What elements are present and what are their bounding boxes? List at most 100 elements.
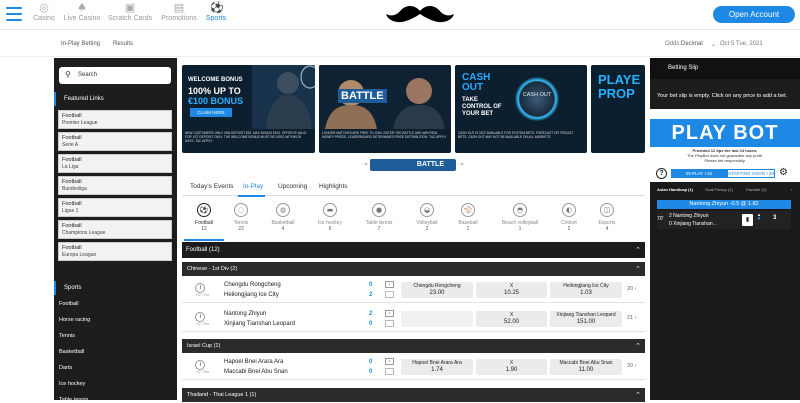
- betting-slip-title: Betting Slip: [650, 58, 800, 79]
- live-stream-icon[interactable]: [385, 291, 394, 298]
- sidebar-sport-item[interactable]: Table tennis: [59, 397, 88, 403]
- match-row[interactable]: H2 75m Hapoel Bnei Arara Ara Maccabi Bne…: [182, 354, 645, 380]
- football-icon: ⚽: [210, 1, 224, 14]
- away-score: 0: [369, 369, 373, 375]
- playbot-banner[interactable]: PLAY BOT: [650, 119, 800, 147]
- featured-link[interactable]: Football Ligue 1: [58, 198, 172, 217]
- beach-volleyball-icon: ◓: [513, 203, 527, 217]
- featured-link[interactable]: Football Premier League: [58, 110, 172, 129]
- menu-icon[interactable]: [6, 7, 22, 21]
- sport-filter-esports[interactable]: ◫ Esports 4: [585, 203, 629, 232]
- tip-category-tab[interactable]: Asian Handicap (1): [657, 187, 693, 192]
- sport-filter-volleyball[interactable]: ◒ Volleyball 2: [405, 203, 449, 232]
- tip-categories: Asian Handicap (1) Goal Frenzy (1) Favor…: [650, 185, 800, 195]
- odds-button-home[interactable]: Hapoel Bnei Arara Ara 1.74: [401, 359, 473, 375]
- stats-icon[interactable]: ≡: [385, 310, 394, 317]
- featured-link[interactable]: Football Serie A: [58, 132, 172, 151]
- claim-here-button[interactable]: CLAIM HERE: [190, 108, 232, 117]
- chevron-up-icon: ⌃: [635, 342, 641, 350]
- competition-header[interactable]: Chinese - 1st Div (2) ⌃: [182, 262, 645, 276]
- tab-upcoming[interactable]: Upcoming: [278, 183, 307, 190]
- tab-inplay-tips[interactable]: IN-PLAY +15: [671, 169, 727, 178]
- battle-banner[interactable]: BATTLE LONGER MATCHES ARE FREE TO JOIN. …: [319, 65, 451, 153]
- sidebar-sport-item[interactable]: Darts: [59, 365, 72, 371]
- live-stream-icon[interactable]: [385, 368, 394, 375]
- tennis-ball-icon: ◌: [234, 203, 248, 217]
- more-markets-link[interactable]: 20 ›: [627, 286, 637, 292]
- tip-count: 3: [773, 215, 777, 221]
- odds-button-draw[interactable]: X 52.00: [476, 311, 547, 327]
- odds-button-away[interactable]: Heilongjiang Ice City 1.03: [550, 282, 622, 298]
- tip-match-row[interactable]: 70' 2 Nantong Zhiyun 0 Xinjiang Tianshan…: [657, 211, 791, 229]
- chevron-up-icon: ⌃: [635, 265, 641, 273]
- gear-icon[interactable]: ⚙: [779, 167, 788, 178]
- live-stream-icon[interactable]: [385, 320, 394, 327]
- featured-link[interactable]: Football Europa League: [58, 242, 172, 261]
- gift-icon: ▤: [173, 1, 185, 14]
- odds-button-home[interactable]: Chengdu Rongcheng 23.00: [401, 282, 473, 298]
- nav-sports[interactable]: ⚽ Sports: [203, 2, 229, 28]
- nav-promotions[interactable]: ▤ Promotions: [158, 2, 200, 28]
- tip-category-tab[interactable]: Favorite (1): [746, 187, 766, 192]
- cash-out-banner[interactable]: CASH OUT TAKE CONTROL OF YOUR BET CASH OUT …: [455, 65, 587, 153]
- odds-button-away[interactable]: Maccabi Bnei Abu Snan 11.00: [550, 359, 622, 375]
- sidebar-sport-item[interactable]: Ice hockey: [59, 381, 85, 387]
- odds-button-draw[interactable]: X 10.25: [476, 282, 547, 298]
- match-row[interactable]: H2 71m Chengdu Rongcheng Heilongjiang Ic…: [182, 277, 645, 303]
- away-team: Heilongjiang Ice City: [224, 292, 279, 298]
- tab-starting-soon-tips[interactable]: STARTING SOON +28: [727, 169, 775, 178]
- tab-in-play[interactable]: In-Play: [243, 183, 263, 190]
- sport-filter-baseball[interactable]: ⚾ Baseball 1: [446, 203, 490, 232]
- sidebar-sport-item[interactable]: Basketball: [59, 349, 84, 355]
- sidebar-sport-item[interactable]: Football: [59, 301, 79, 307]
- featured-link[interactable]: Football Bundesliga: [58, 176, 172, 195]
- tab-highlights[interactable]: Highlights: [319, 183, 348, 190]
- welcome-bonus-banner[interactable]: WELCOME BONUS 100% UP TO €100 BONUS CLAI…: [182, 65, 315, 153]
- odds-format-select[interactable]: Decimal: [681, 41, 703, 47]
- results-link[interactable]: Results: [113, 41, 133, 47]
- featured-link[interactable]: Football La Liga: [58, 154, 172, 173]
- battle-strip: ⌄ BATTLE ⌄: [182, 156, 645, 174]
- clock-icon: [195, 283, 205, 293]
- nav-scratch-cards[interactable]: ▣ Scratch Cards: [106, 2, 154, 28]
- competition-header[interactable]: Israel Cup (1) ⌃: [182, 339, 645, 353]
- match-row[interactable]: H2 73m Nantong Zhiyun Xinjiang Tianshan …: [182, 306, 645, 332]
- sidebar-sport-item[interactable]: Horse racing: [59, 317, 90, 323]
- stats-icon[interactable]: ≡: [385, 358, 394, 365]
- sport-filter-table-tennis[interactable]: ● Table tennis 7: [357, 203, 401, 232]
- volleyball-icon: ◒: [420, 203, 434, 217]
- nav-live-casino[interactable]: ♠ Live Casino: [62, 2, 102, 28]
- featured-link[interactable]: Football Champions League: [58, 220, 172, 239]
- football-list-header[interactable]: Football (12) ⌃: [182, 242, 645, 258]
- more-markets-link[interactable]: 21 ›: [627, 315, 637, 321]
- mustache-logo[interactable]: [384, 2, 456, 26]
- sidebar-sport-item[interactable]: Tennis: [59, 333, 75, 339]
- home-team: Chengdu Rongcheng: [224, 282, 281, 288]
- chevron-right-icon[interactable]: ›: [791, 187, 792, 192]
- open-account-button[interactable]: Open Account: [713, 6, 795, 23]
- sport-filter-beach-volleyball[interactable]: ◓ Beach volleyball 1: [498, 203, 542, 232]
- active-tab-indicator: [238, 195, 265, 197]
- search-input[interactable]: ⚲ Search: [59, 67, 171, 84]
- playbot-banner[interactable]: PLAYE PROP: [591, 65, 645, 153]
- current-date: Oct 5 Tue, 2021: [720, 41, 763, 47]
- tab-todays-events[interactable]: Today's Events: [190, 183, 234, 190]
- sport-filter-tennis[interactable]: ◌ Tennis 22: [219, 203, 263, 232]
- tip-category-tab[interactable]: Goal Frenzy (1): [705, 187, 733, 192]
- away-score: 0: [369, 321, 373, 327]
- help-icon[interactable]: ?: [656, 168, 667, 179]
- sport-filter-ice-hockey[interactable]: ▬ Ice hockey 6: [308, 203, 352, 232]
- tip-selection[interactable]: Nantong Zhiyun -0.5 @ 1.82: [657, 200, 791, 209]
- odds-button-away[interactable]: Xinjiang Tianshan Leopard 151.00: [550, 311, 622, 327]
- chevron-down-icon: ⌄: [459, 159, 465, 167]
- playbot-tabs: ? IN-PLAY +15 STARTING SOON +28 ⚙: [650, 167, 800, 180]
- sport-filter-basketball[interactable]: ◍ Basketball 4: [261, 203, 305, 232]
- more-markets-link[interactable]: 20 ›: [627, 363, 637, 369]
- battle-link[interactable]: BATTLE: [370, 159, 456, 171]
- odds-button-draw[interactable]: X 1.90: [476, 359, 547, 375]
- inplay-betting-link[interactable]: In-Play Betting: [61, 41, 100, 47]
- football-icon: ⚽: [197, 203, 211, 217]
- nav-casino[interactable]: ◎ Casino: [30, 2, 58, 28]
- stats-icon[interactable]: ≡: [385, 281, 394, 288]
- stats-bar-icon[interactable]: ▮: [742, 214, 753, 226]
